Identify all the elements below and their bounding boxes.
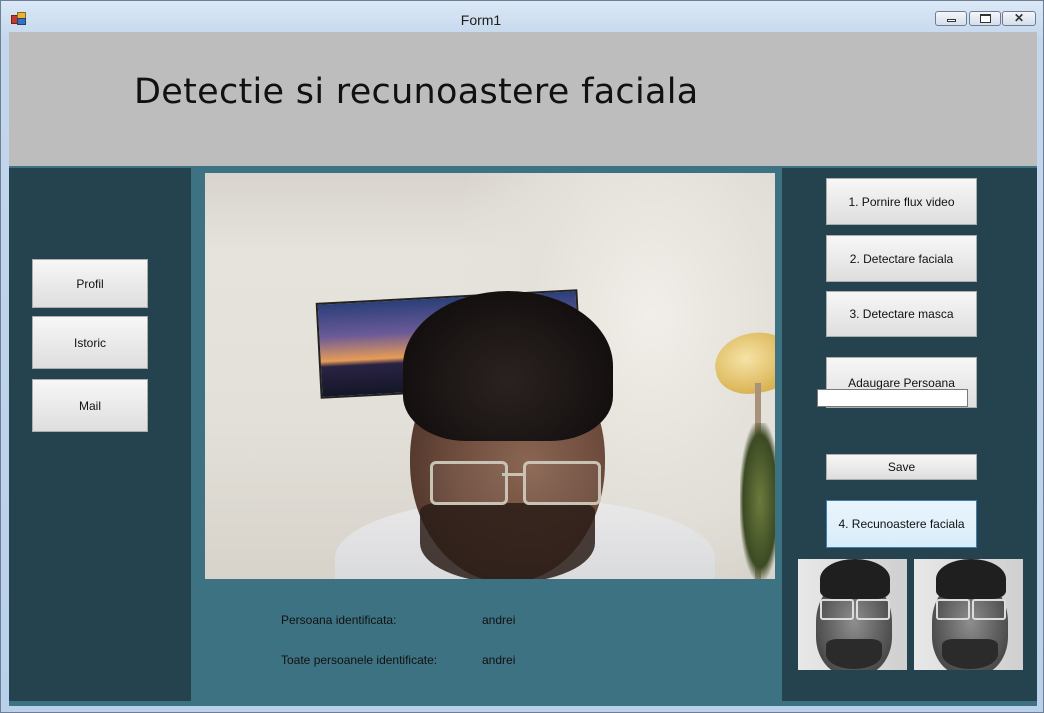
header-panel: Detectie si recunoastere faciala bbox=[9, 32, 1037, 166]
person-name-input[interactable] bbox=[817, 389, 968, 407]
all-identified-value: andrei bbox=[482, 653, 516, 667]
close-button[interactable]: ✕ bbox=[1002, 11, 1036, 26]
page-title: Detectie si recunoastere faciala bbox=[134, 72, 699, 112]
left-nav-panel bbox=[9, 168, 191, 701]
window-title: Form1 bbox=[460, 12, 502, 28]
profil-button[interactable]: Profil bbox=[32, 259, 148, 308]
close-icon: ✕ bbox=[1014, 11, 1025, 25]
face-thumbnail-1 bbox=[798, 559, 907, 670]
mail-button[interactable]: Mail bbox=[32, 379, 148, 432]
identified-person-value: andrei bbox=[482, 613, 516, 627]
title-bar[interactable]: Form1 ✕ bbox=[1, 1, 1043, 31]
maximize-icon bbox=[980, 14, 991, 23]
form-window: Form1 ✕ Detectie si recunoastere faciala bbox=[0, 0, 1044, 713]
face-recognition-button[interactable]: 4. Recunoastere faciala bbox=[826, 500, 977, 548]
start-video-button[interactable]: 1. Pornire flux video bbox=[826, 178, 977, 225]
minimize-button[interactable] bbox=[935, 11, 967, 26]
window-bottom-border bbox=[1, 706, 1043, 712]
video-feed bbox=[205, 173, 775, 579]
istoric-button[interactable]: Istoric bbox=[32, 316, 148, 369]
face-detection-button[interactable]: 2. Detectare faciala bbox=[826, 235, 977, 282]
minimize-icon bbox=[947, 19, 956, 22]
maximize-button[interactable] bbox=[969, 11, 1001, 26]
face-thumbnail-2 bbox=[914, 559, 1023, 670]
save-button[interactable]: Save bbox=[826, 454, 977, 480]
mask-detection-button[interactable]: 3. Detectare masca bbox=[826, 291, 977, 337]
all-identified-label: Toate persoanele identificate: bbox=[281, 653, 438, 667]
identified-person-label: Persoana identificata: bbox=[281, 613, 397, 627]
